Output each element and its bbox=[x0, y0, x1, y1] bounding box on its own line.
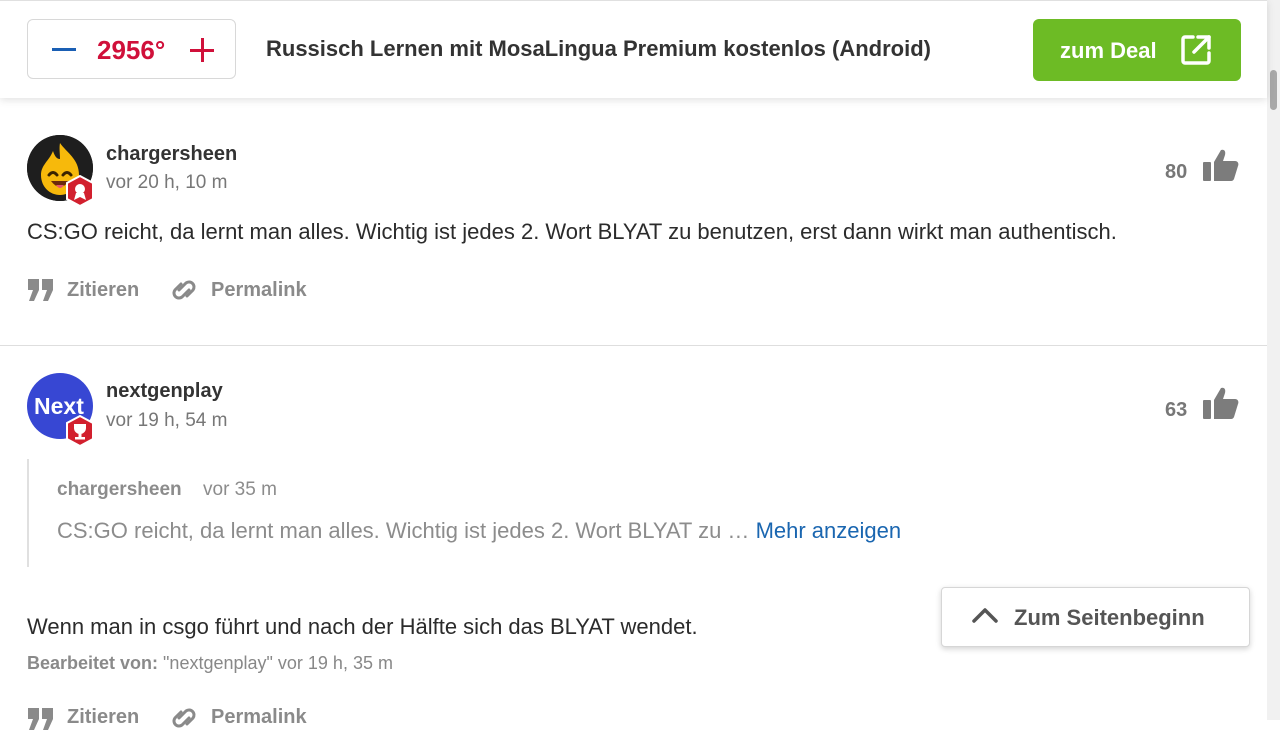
deal-temperature: 2956° bbox=[97, 35, 166, 65]
like-count: 63 bbox=[1165, 399, 1188, 421]
paperclip-link-icon[interactable] bbox=[169, 275, 199, 305]
external-link-icon bbox=[1181, 35, 1211, 65]
quoted-text: CS:GO reicht, da lernt man alles. Wichti… bbox=[57, 518, 901, 544]
comment-username[interactable]: chargersheen bbox=[106, 143, 237, 166]
zum-deal-label: zum Deal bbox=[1060, 38, 1157, 63]
comment-text: Wenn man in csgo führt und nach der Hälf… bbox=[27, 614, 698, 639]
quoted-timestamp: vor 35 m bbox=[203, 479, 277, 500]
comment-timestamp[interactable]: vor 20 h, 10 m bbox=[106, 172, 227, 194]
permalink-button[interactable]: Permalink bbox=[211, 279, 307, 302]
chevron-up-icon bbox=[972, 608, 998, 623]
quote-icon[interactable] bbox=[28, 708, 54, 730]
page-scrollbar[interactable] bbox=[1267, 0, 1280, 720]
deal-header-bar: 2956° Russisch Lernen mit MosaLingua Pre… bbox=[0, 0, 1267, 98]
avatar[interactable]: Next bbox=[27, 373, 94, 447]
show-more-link[interactable]: Mehr anzeigen bbox=[756, 518, 902, 543]
thumbs-up-icon[interactable] bbox=[1202, 386, 1240, 420]
quote-button[interactable]: Zitieren bbox=[67, 706, 139, 729]
vote-up-button[interactable] bbox=[190, 38, 214, 62]
quoted-username[interactable]: chargersheen bbox=[57, 479, 182, 501]
quote-icon[interactable] bbox=[28, 279, 54, 301]
vote-down-button[interactable] bbox=[52, 48, 76, 51]
rank-badge-icon bbox=[66, 175, 94, 207]
like-count: 80 bbox=[1165, 161, 1188, 183]
scroll-to-top-button[interactable]: Zum Seitenbeginn bbox=[941, 587, 1250, 647]
zum-deal-button[interactable]: zum Deal bbox=[1033, 19, 1241, 81]
edited-label: Bearbeitet von: bbox=[27, 653, 159, 673]
scroll-to-top-label: Zum Seitenbeginn bbox=[1014, 605, 1205, 630]
avatar[interactable] bbox=[27, 135, 94, 207]
thumbs-up-icon[interactable] bbox=[1202, 148, 1240, 182]
paperclip-link-icon[interactable] bbox=[169, 703, 199, 733]
trophy-badge-icon bbox=[66, 415, 94, 447]
comment-timestamp[interactable]: vor 19 h, 54 m bbox=[106, 410, 227, 432]
comment-text: CS:GO reicht, da lernt man alles. Wichti… bbox=[27, 219, 1117, 244]
deal-title[interactable]: Russisch Lernen mit MosaLingua Premium k… bbox=[266, 36, 988, 62]
temperature-vote-box: 2956° bbox=[27, 19, 236, 79]
scrollbar-thumb[interactable] bbox=[1270, 70, 1277, 110]
quoted-comment: chargersheen vor 35 m CS:GO reicht, da l… bbox=[27, 459, 1009, 567]
comment-divider bbox=[0, 345, 1267, 346]
permalink-button[interactable]: Permalink bbox=[211, 706, 307, 729]
quoted-text-content: CS:GO reicht, da lernt man alles. Wichti… bbox=[57, 518, 750, 543]
quote-button[interactable]: Zitieren bbox=[67, 279, 139, 302]
comment-username[interactable]: nextgenplay bbox=[106, 380, 223, 403]
edited-value: "nextgenplay" vor 19 h, 35 m bbox=[163, 653, 393, 673]
edited-note: Bearbeitet von: "nextgenplay" vor 19 h, … bbox=[27, 653, 393, 674]
